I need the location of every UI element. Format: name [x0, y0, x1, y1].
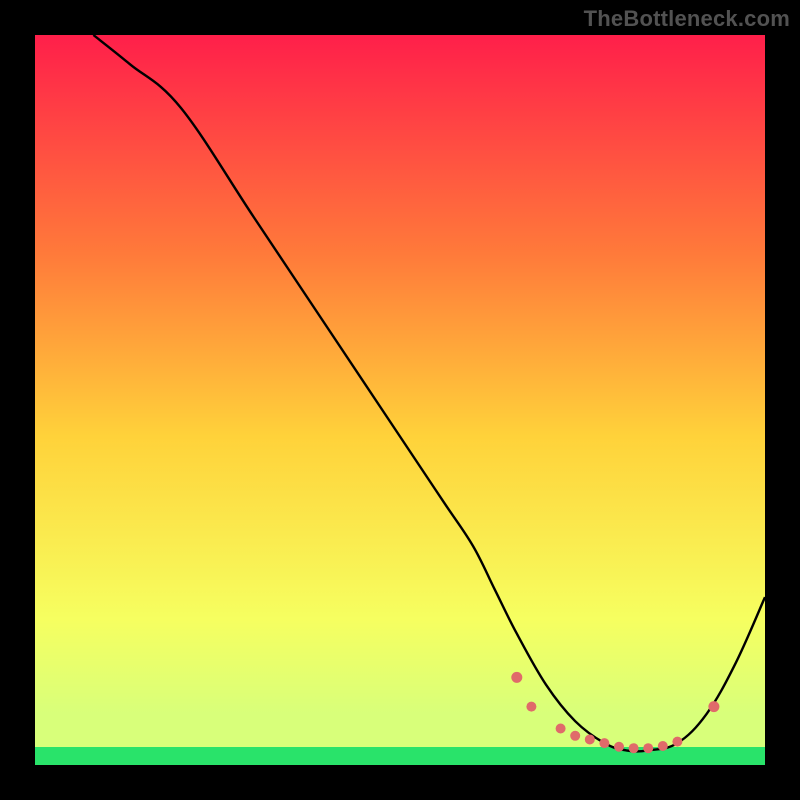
highlight-dot: [629, 743, 639, 753]
highlight-dot: [658, 741, 668, 751]
highlight-dot: [708, 701, 719, 712]
highlight-dot: [556, 724, 566, 734]
watermark-text: TheBottleneck.com: [584, 6, 790, 32]
highlight-dot: [643, 743, 653, 753]
plot-area: [35, 35, 765, 765]
highlight-dot: [599, 738, 609, 748]
highlight-dot: [614, 742, 624, 752]
highlight-dot: [570, 731, 580, 741]
highlight-dot: [526, 702, 536, 712]
highlight-dots: [511, 672, 719, 753]
curve-layer: [35, 35, 765, 765]
highlight-dot: [672, 737, 682, 747]
highlight-dot: [511, 672, 522, 683]
bottleneck-curve: [93, 35, 765, 751]
highlight-dot: [585, 734, 595, 744]
chart-container: TheBottleneck.com: [0, 0, 800, 800]
